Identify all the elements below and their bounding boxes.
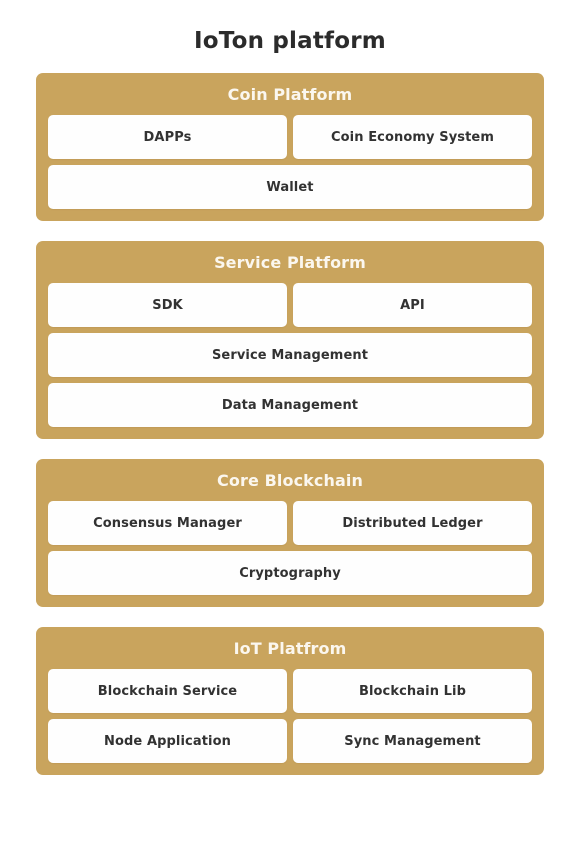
- component-box[interactable]: Blockchain Service: [48, 669, 287, 713]
- component-box[interactable]: Consensus Manager: [48, 501, 287, 545]
- component-box[interactable]: Sync Management: [293, 719, 532, 763]
- component-row: Node Application Sync Management: [48, 719, 532, 763]
- component-box[interactable]: Blockchain Lib: [293, 669, 532, 713]
- component-box[interactable]: DAPPs: [48, 115, 287, 159]
- component-row: DAPPs Coin Economy System: [48, 115, 532, 159]
- layer-2: Service Platform SDK API Service Management…: [36, 241, 544, 439]
- component-box[interactable]: Wallet: [48, 165, 532, 209]
- layer-title: Service Platform: [214, 253, 366, 272]
- component-row: Data Management: [48, 383, 532, 427]
- component-row: Wallet: [48, 165, 532, 209]
- layer-stack: Coin Platform DAPPs Coin Economy System Wal…: [36, 73, 544, 775]
- component-row: Service Management: [48, 333, 532, 377]
- component-box[interactable]: SDK: [48, 283, 287, 327]
- component-box[interactable]: Data Management: [48, 383, 532, 427]
- layer-title: Core Blockchain: [217, 471, 363, 490]
- component-box[interactable]: API: [293, 283, 532, 327]
- layer-3: Core Blockchain Consensus Manager Distribu…: [36, 459, 544, 607]
- component-box[interactable]: Cryptography: [48, 551, 532, 595]
- component-row: Blockchain Service Blockchain Lib: [48, 669, 532, 713]
- component-row: SDK API: [48, 283, 532, 327]
- component-row: Consensus Manager Distributed Ledger: [48, 501, 532, 545]
- ioton-platform-diagram: IoTon platform Coin Platform DAPPs Coin Ec…: [0, 0, 580, 848]
- component-box[interactable]: Service Management: [48, 333, 532, 377]
- layer-1: Coin Platform DAPPs Coin Economy System Wal…: [36, 73, 544, 221]
- component-box[interactable]: Node Application: [48, 719, 287, 763]
- layer-rows: Consensus Manager Distributed Ledger Crypt…: [48, 501, 532, 595]
- layer-rows: DAPPs Coin Economy System Wallet: [48, 115, 532, 209]
- component-box[interactable]: Distributed Ledger: [293, 501, 532, 545]
- layer-title: IoT Platfrom: [233, 639, 347, 658]
- page-title: IoTon platform: [194, 28, 386, 54]
- layer-rows: SDK API Service Management Data Management: [48, 283, 532, 427]
- layer-rows: Blockchain Service Blockchain Lib Node App…: [48, 669, 532, 763]
- component-box[interactable]: Coin Economy System: [293, 115, 532, 159]
- layer-4: IoT Platfrom Blockchain Service Blockchain…: [36, 627, 544, 775]
- layer-title: Coin Platform: [227, 85, 353, 104]
- component-row: Cryptography: [48, 551, 532, 595]
